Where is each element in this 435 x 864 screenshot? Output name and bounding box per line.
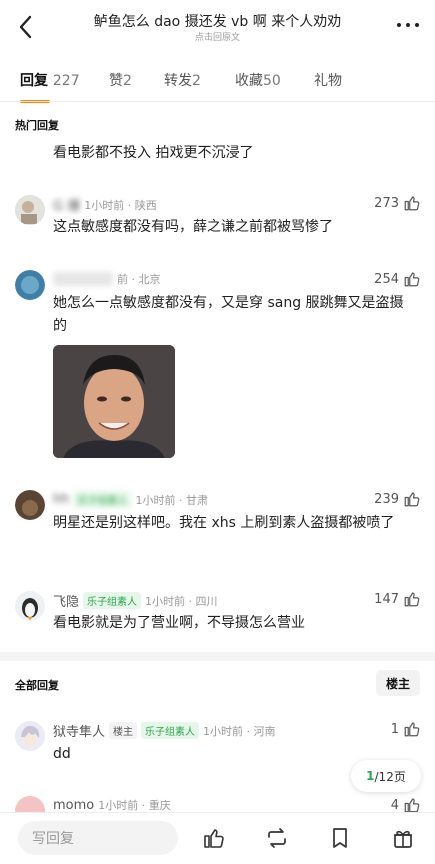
comment-text: 这点敏感度都没有吗，薛之谦之前都被骂惨了 bbox=[53, 219, 333, 235]
member-badge: 乐子组素人 bbox=[73, 491, 132, 508]
page-indicator[interactable]: 1/12页 bbox=[351, 760, 421, 792]
username[interactable]: 狱寺隼人 bbox=[53, 721, 105, 740]
section-divider bbox=[0, 652, 435, 661]
hot-replies-heading: 热门回复 bbox=[15, 119, 59, 132]
tab-likes[interactable]: 赞2 bbox=[109, 70, 132, 90]
comment-text: 她怎么一点敏感度都没有，又是穿 sang 服跳舞又是盗摄的 bbox=[53, 295, 404, 334]
member-badge: 乐子组素人 bbox=[83, 592, 142, 609]
avatar[interactable] bbox=[15, 721, 45, 751]
comment-item[interactable]: G 爆 1小时前 · 陕西 这点敏感度都没有吗，薛之谦之前都被骂惨了 273 bbox=[0, 186, 435, 246]
thumb-up-icon bbox=[404, 592, 420, 607]
bookmark-icon[interactable] bbox=[327, 825, 353, 851]
username[interactable]: momo bbox=[53, 798, 94, 813]
more-icon[interactable] bbox=[397, 18, 419, 32]
owner-only-filter-button[interactable]: 楼主 bbox=[376, 670, 420, 696]
like-button[interactable]: 239 bbox=[374, 490, 421, 508]
divider bbox=[0, 101, 435, 102]
username[interactable]: hh bbox=[53, 492, 69, 507]
thumb-up-icon bbox=[404, 492, 420, 507]
partial-comment-text: 看电影都不投入 拍戏更不沉浸了 bbox=[53, 145, 254, 161]
like-button[interactable]: 273 bbox=[374, 194, 421, 212]
tab-reposts[interactable]: 转发2 bbox=[164, 70, 201, 90]
comment-time-location: 1小时前 · 陕西 bbox=[84, 198, 157, 212]
comment-time-location: 1小时前 · 重庆 bbox=[98, 799, 171, 812]
comment-time-location: 前 · 北京 bbox=[117, 273, 161, 286]
owner-badge: 楼主 bbox=[109, 722, 138, 739]
like-count: 4 bbox=[390, 797, 399, 813]
total-pages: /12页 bbox=[374, 769, 406, 784]
back-to-post-link[interactable]: 点击回原文 bbox=[70, 30, 365, 43]
like-count: 273 bbox=[374, 195, 399, 211]
repost-icon[interactable] bbox=[264, 825, 290, 851]
like-button[interactable]: 254 bbox=[374, 270, 421, 288]
comment-text: 看电影就是为了营业啊，不导摄怎么营业 bbox=[53, 615, 305, 631]
like-count: 254 bbox=[374, 271, 399, 287]
all-replies-heading: 全部回复 bbox=[15, 679, 59, 692]
thumb-up-icon bbox=[404, 196, 420, 211]
comment-item[interactable]: 飞隐 乐子组素人 1小时前 · 四川 看电影就是为了营业啊，不导摄怎么营业 14… bbox=[0, 582, 435, 642]
back-icon[interactable] bbox=[12, 12, 38, 42]
top-bar: 鲈鱼怎么 dao 摄还发 vb 啊 来个人劝劝 点击回原文 bbox=[0, 0, 435, 54]
comment-time-location: 1小时前 · 四川 bbox=[145, 594, 218, 608]
avatar[interactable] bbox=[15, 490, 45, 520]
like-count: 147 bbox=[374, 591, 399, 607]
reply-input[interactable]: 写回复 bbox=[18, 821, 178, 855]
username[interactable] bbox=[53, 272, 113, 286]
comment-time-location: 1小时前 · 河南 bbox=[203, 724, 276, 738]
tab-replies[interactable]: 回复 227 bbox=[20, 70, 80, 90]
comment-text: 明星还是别这样吧。我在 xhs 上刷到素人盗摄都被喷了 bbox=[53, 515, 395, 531]
like-count: 239 bbox=[374, 491, 399, 507]
comment-image[interactable] bbox=[53, 345, 175, 458]
comment-item[interactable]: hh 乐子组素人 1小时前 · 甘肃 明星还是别这样吧。我在 xhs 上刷到素人… bbox=[0, 482, 435, 562]
tab-bar: 回复 227 赞2 转发2 收藏50 礼物 bbox=[0, 64, 435, 103]
like-count: 1 bbox=[390, 721, 399, 737]
member-badge: 乐子组素人 bbox=[141, 722, 200, 739]
avatar[interactable] bbox=[15, 270, 45, 300]
username[interactable]: 飞隐 bbox=[53, 591, 79, 610]
current-page: 1 bbox=[366, 769, 375, 783]
thumb-up-icon[interactable] bbox=[201, 825, 227, 851]
post-title[interactable]: 鲈鱼怎么 dao 摄还发 vb 啊 来个人劝劝 bbox=[70, 11, 365, 31]
thumb-up-icon bbox=[404, 272, 420, 287]
like-button[interactable]: 147 bbox=[374, 590, 421, 608]
thumb-up-icon bbox=[404, 722, 420, 737]
avatar[interactable] bbox=[15, 591, 45, 621]
username[interactable]: G 爆 bbox=[53, 195, 80, 214]
tab-favorites[interactable]: 收藏50 bbox=[235, 70, 281, 90]
like-button[interactable]: 1 bbox=[391, 720, 421, 738]
bottom-action-bar: 写回复 bbox=[0, 812, 435, 864]
comment-time-location: 1小时前 · 甘肃 bbox=[135, 493, 208, 507]
gift-icon[interactable] bbox=[390, 825, 416, 851]
avatar[interactable] bbox=[15, 195, 45, 225]
tab-gifts[interactable]: 礼物 bbox=[314, 70, 342, 90]
